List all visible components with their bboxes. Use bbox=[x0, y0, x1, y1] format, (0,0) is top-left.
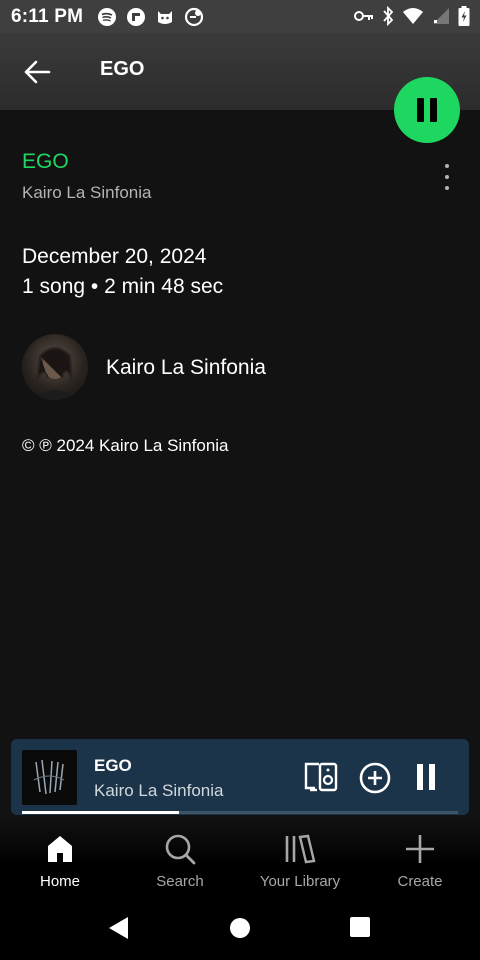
arrow-left-icon bbox=[24, 60, 51, 84]
plus-icon bbox=[406, 835, 434, 863]
flipboard-icon bbox=[126, 7, 146, 27]
system-home-button[interactable] bbox=[230, 918, 250, 938]
playback-progress-fill bbox=[22, 811, 179, 814]
nav-library[interactable]: Your Library bbox=[240, 815, 360, 900]
home-icon bbox=[48, 836, 72, 862]
bottom-nav: Home Search Your Library Create bbox=[0, 815, 480, 900]
more-vert-icon bbox=[445, 164, 449, 168]
avatar bbox=[22, 334, 88, 400]
nav-home[interactable]: Home bbox=[0, 815, 120, 900]
nav-create-label: Create bbox=[397, 873, 443, 890]
artist-row[interactable]: Kairo La Sinfonia bbox=[22, 334, 462, 402]
mini-player-artist: Kairo La Sinfonia bbox=[94, 781, 224, 800]
add-circle-icon bbox=[359, 762, 391, 794]
nav-library-label: Your Library bbox=[259, 873, 341, 890]
add-to-library-button[interactable] bbox=[359, 762, 391, 799]
track-title: EGO bbox=[22, 150, 69, 173]
album-art[interactable] bbox=[22, 750, 77, 805]
system-back-button[interactable] bbox=[108, 916, 130, 945]
library-icon bbox=[285, 834, 316, 864]
bluetooth-icon bbox=[382, 6, 394, 26]
mini-pause-button[interactable] bbox=[417, 764, 435, 790]
connect-device-button[interactable] bbox=[303, 762, 339, 797]
status-bar: 6:11 PM bbox=[0, 0, 480, 33]
system-nav-bar bbox=[0, 900, 480, 960]
play-pause-button[interactable] bbox=[394, 77, 460, 143]
wifi-icon bbox=[402, 7, 424, 25]
status-time: 6:11 PM bbox=[11, 5, 84, 27]
more-options-button[interactable] bbox=[436, 164, 458, 190]
mini-player-title: EGO bbox=[94, 756, 132, 775]
signal-icon bbox=[432, 7, 450, 25]
system-recents-button[interactable] bbox=[350, 917, 370, 937]
release-meta: 1 song • 2 min 48 sec bbox=[22, 275, 224, 298]
track-artist[interactable]: Kairo La Sinfonia bbox=[22, 183, 151, 203]
pause-icon bbox=[414, 98, 440, 122]
nav-home-label: Home bbox=[39, 873, 80, 890]
copyright-text: © ℗ 2024 Kairo La Sinfonia bbox=[22, 436, 229, 455]
artist-name: Kairo La Sinfonia bbox=[106, 356, 266, 379]
playback-progress[interactable] bbox=[22, 811, 458, 814]
battery-charging-icon bbox=[458, 6, 470, 26]
mini-player[interactable]: EGO Kairo La Sinfonia bbox=[11, 739, 469, 815]
pause-icon bbox=[417, 764, 423, 790]
nav-search[interactable]: Search bbox=[120, 815, 240, 900]
back-button[interactable] bbox=[22, 57, 52, 87]
nav-create[interactable]: Create bbox=[360, 815, 480, 900]
cat-app-icon bbox=[155, 7, 175, 27]
vpn-globe-icon bbox=[184, 7, 204, 27]
release-date: December 20, 2024 bbox=[22, 245, 207, 268]
page-title: EGO bbox=[100, 58, 145, 80]
key-icon bbox=[354, 9, 374, 23]
triangle-back-icon bbox=[109, 917, 128, 939]
nav-search-label: Search bbox=[156, 873, 204, 890]
connect-device-icon bbox=[304, 762, 338, 792]
search-icon bbox=[165, 834, 196, 865]
spotify-icon bbox=[97, 7, 117, 27]
